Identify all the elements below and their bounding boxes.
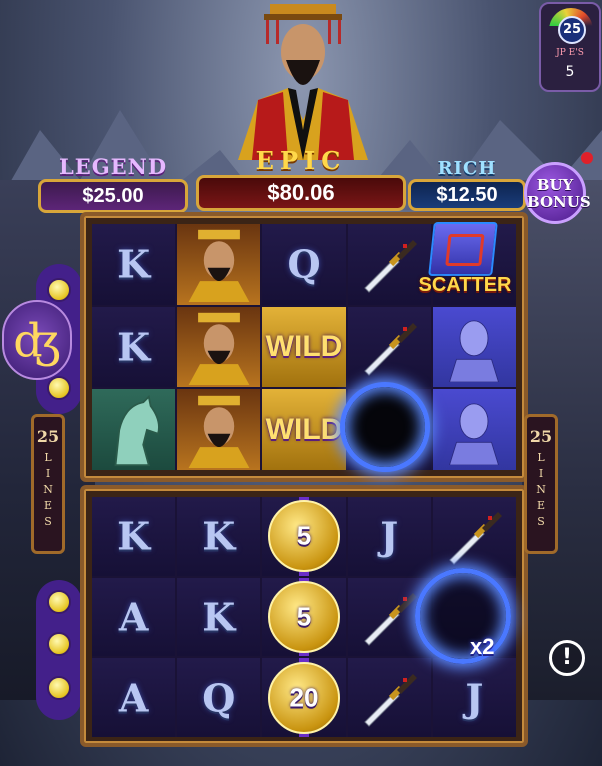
letter-symbol-label: K	[202, 594, 236, 640]
lines-count: 25	[529, 427, 553, 446]
lines-panel-left: 25 L I N E S	[31, 414, 65, 554]
indicator-dot	[47, 632, 71, 656]
coin-value: 5	[296, 601, 312, 632]
wild-symbol: WILD	[262, 389, 346, 470]
multiplier-label: x2	[470, 634, 495, 659]
gold-coin-icon: 5	[267, 580, 340, 653]
buy-bonus-line1: BUY	[536, 176, 574, 194]
indicator-dot	[47, 376, 71, 400]
wild-symbol: WILD	[262, 306, 346, 388]
letter-symbol: Q	[177, 658, 261, 737]
notification-dot	[581, 152, 593, 164]
statue-symbol-icon	[432, 389, 516, 470]
letter-symbol-label: Q	[202, 675, 236, 721]
indicator-dot	[47, 278, 71, 302]
letter-symbol-label: K	[117, 241, 151, 287]
meter-value: 5	[565, 64, 575, 80]
letter-symbol: K	[177, 497, 261, 576]
dagger-symbol-icon	[347, 306, 431, 388]
letter-symbol: Q	[262, 224, 346, 305]
lines-word: L I N E S	[34, 450, 62, 530]
lines-letter: E	[536, 499, 546, 512]
indicator-dot	[47, 676, 71, 700]
dagger-symbol-icon	[347, 658, 431, 737]
coin-symbol: 5	[262, 577, 346, 657]
meter-level: 25	[558, 16, 586, 44]
lines-letter: L	[537, 451, 545, 464]
jackpot-epic-title: EPIC	[255, 146, 347, 175]
lines-word: L I N E S	[527, 450, 555, 530]
gold-coin-icon: 5	[267, 500, 340, 573]
coin-value: 20	[289, 682, 319, 713]
meter-label: JP E'S	[556, 48, 584, 58]
coin-value: 5	[296, 520, 312, 551]
emperor-symbol-icon	[177, 224, 261, 305]
info-button[interactable]: !	[549, 640, 585, 676]
letter-symbol: K	[177, 577, 261, 657]
letter-symbol-label: K	[202, 513, 236, 559]
jackpot-meter: 25 JP E'S 5	[539, 2, 601, 92]
scatter-symbol: SCATTER	[413, 222, 517, 306]
jackpot-banner: LEGEND $25.00 EPIC $80.06 RICH $12.50	[30, 118, 535, 214]
buy-bonus-button[interactable]: BUY BONUS	[524, 162, 591, 224]
letter-symbol: J	[347, 497, 431, 576]
letter-symbol-label: K	[117, 513, 151, 559]
buy-bonus-line2: BONUS	[527, 193, 591, 211]
letter-symbol-label: J	[380, 513, 399, 559]
jackpot-epic: EPIC $80.06	[196, 146, 406, 211]
lines-letter: S	[537, 515, 545, 528]
jackpot-legend-amount: $25.00	[38, 179, 188, 213]
letter-symbol-label: Q	[287, 241, 321, 287]
letter-symbol: A	[92, 577, 176, 657]
gold-coin-icon: 20	[267, 661, 340, 734]
coin-symbol: 20	[262, 658, 346, 737]
emperor-symbol-icon	[177, 389, 261, 470]
jackpot-rich-amount: $12.50	[408, 179, 526, 211]
letter-symbol-label: J	[465, 675, 484, 721]
letter-symbol: K	[92, 497, 176, 576]
dagger-symbol-icon	[432, 497, 516, 576]
indicator-dot	[47, 590, 71, 614]
lines-letter: L	[44, 451, 52, 464]
letter-symbol: K	[92, 306, 176, 388]
lines-panel-right: 25 L I N E S	[524, 414, 558, 554]
emperor-symbol-icon	[177, 306, 261, 388]
jackpot-rich-title: RICH	[437, 158, 497, 179]
horse-symbol-icon	[92, 389, 176, 470]
statue-symbol-icon	[432, 306, 516, 388]
scatter-label: SCATTER	[418, 274, 512, 296]
wild-label: WILD	[265, 329, 343, 363]
letter-symbol: K	[92, 224, 176, 305]
lines-letter: S	[44, 515, 52, 528]
lines-letter: I	[538, 467, 544, 480]
lines-letter: N	[43, 483, 53, 496]
letter-symbol-label: K	[117, 324, 151, 370]
lines-count: 25	[36, 427, 60, 446]
lines-letter: N	[536, 483, 546, 496]
coin-symbol: 5	[262, 497, 346, 576]
lines-letter: E	[43, 499, 53, 512]
jackpot-legend: LEGEND $25.00	[38, 154, 188, 213]
lines-letter: I	[45, 467, 51, 480]
jackpot-rich: RICH $12.50	[408, 158, 526, 211]
letter-symbol: J	[432, 658, 516, 737]
portal-ring-icon	[340, 382, 430, 472]
dragon-icon[interactable]: ʤ	[2, 300, 72, 380]
letter-symbol: A	[92, 658, 176, 737]
jackpot-epic-amount: $80.06	[196, 175, 406, 211]
letter-symbol-label: A	[118, 594, 149, 640]
left-side-rail-bottom	[36, 580, 82, 720]
letter-symbol-label: A	[118, 675, 149, 721]
wild-label: WILD	[265, 412, 343, 446]
portal-ring-icon	[415, 568, 511, 664]
seal-icon	[428, 222, 498, 276]
jackpot-legend-title: LEGEND	[58, 154, 168, 179]
